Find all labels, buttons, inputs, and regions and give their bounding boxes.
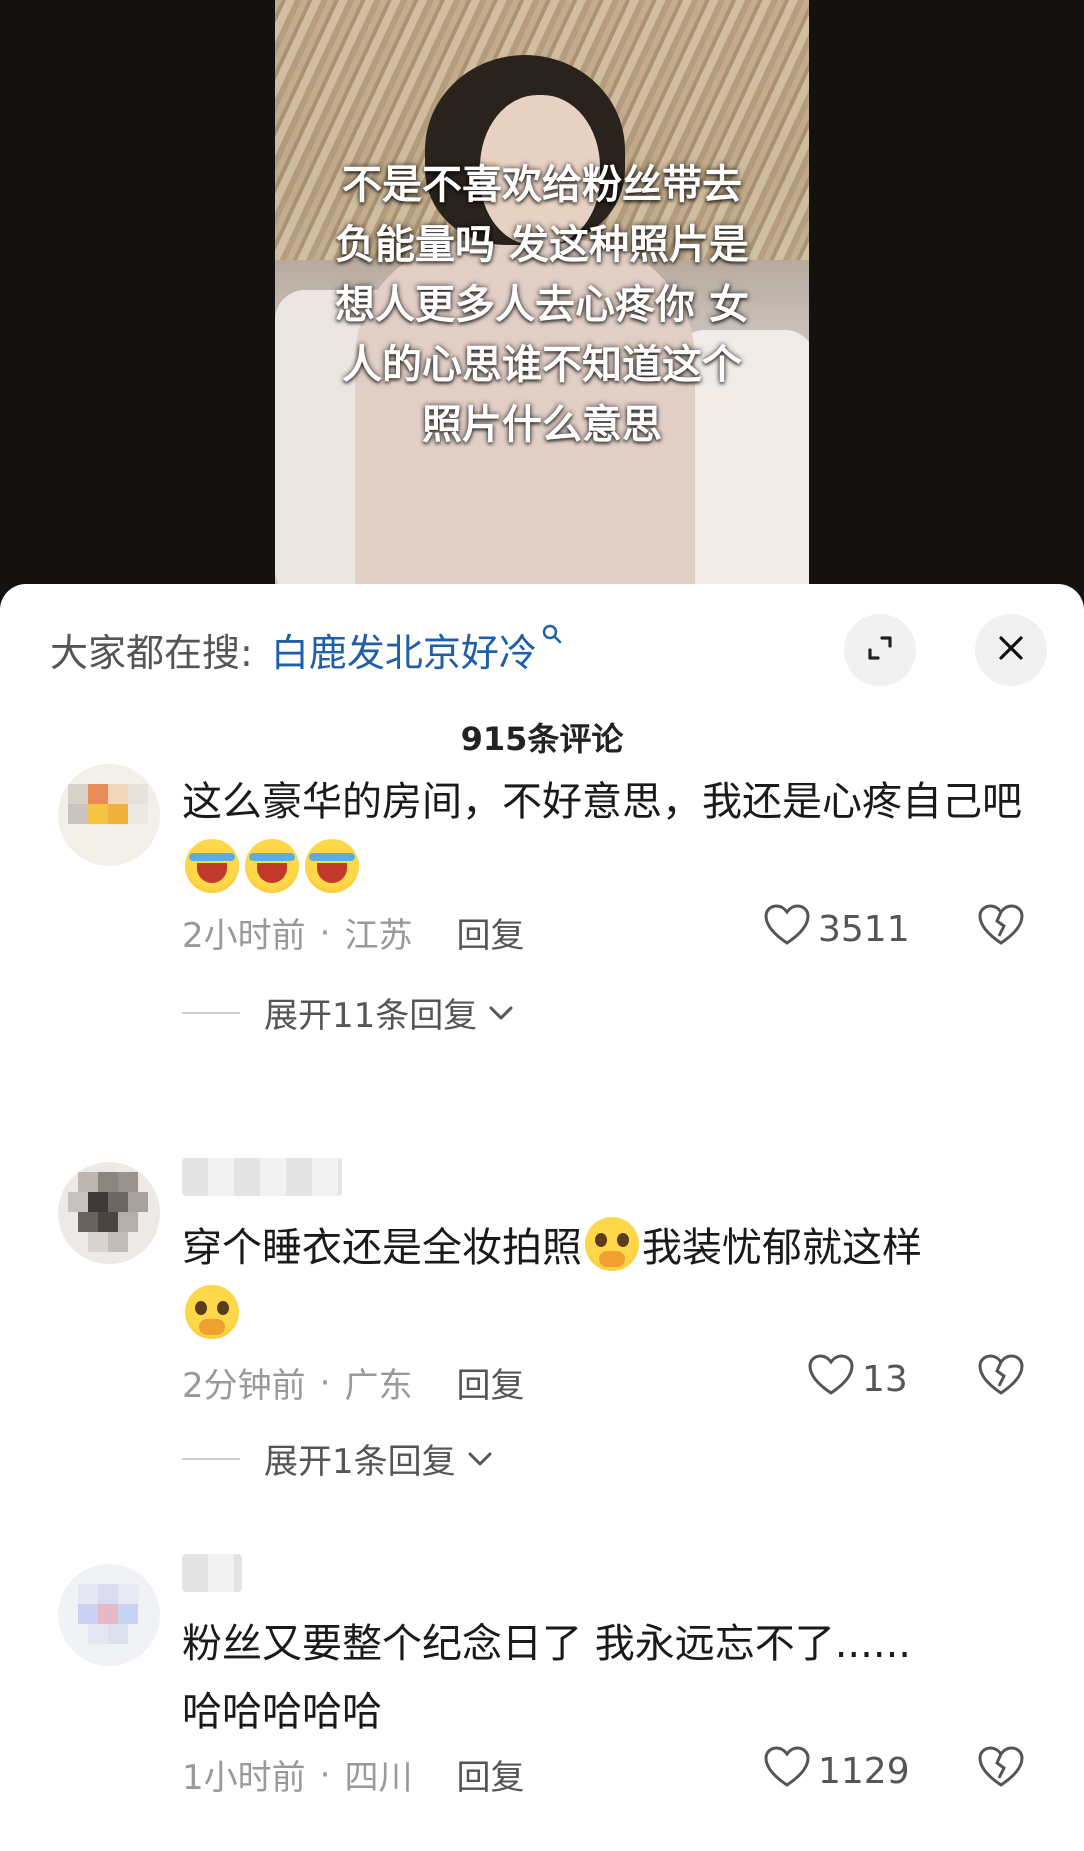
expand-replies-label: 展开1条回复 — [264, 1442, 456, 1482]
comment-time: 1小时前 — [182, 1758, 306, 1798]
avatar[interactable] — [58, 764, 160, 866]
heart-icon — [808, 1354, 862, 1405]
comment-location: 江苏 — [344, 916, 413, 956]
avatar[interactable] — [58, 1564, 160, 1666]
face-holding-back-tears-icon — [185, 1285, 239, 1339]
close-icon — [997, 630, 1025, 671]
video-area[interactable]: 不是不喜欢给粉丝带去 负能量吗 发这种照片是 想人更多人去心疼你 女 人的心思谁… — [0, 0, 1084, 600]
heart-icon — [764, 904, 818, 955]
chevron-down-icon — [487, 996, 515, 1029]
like-button[interactable]: 13 — [808, 1354, 908, 1405]
loudly-crying-face-icon — [305, 839, 359, 893]
dislike-button[interactable] — [978, 904, 1024, 950]
like-count: 13 — [862, 1359, 908, 1400]
broken-heart-icon — [978, 904, 1024, 950]
reply-button[interactable]: 回复 — [456, 1358, 524, 1407]
broken-heart-icon — [978, 1354, 1024, 1400]
username-blurred[interactable] — [182, 1158, 342, 1196]
reply-button[interactable]: 回复 — [456, 1750, 524, 1799]
dislike-button[interactable] — [978, 1354, 1024, 1400]
avatar[interactable] — [58, 1162, 160, 1264]
username-blurred[interactable] — [182, 1554, 242, 1592]
comment-body: 这么豪华的房间，不好意思，我还是心疼自己吧 — [182, 779, 1022, 825]
comment-body-continued: 我装忧郁就这样 — [642, 1225, 922, 1271]
comments-panel: 大家都在搜: 白鹿发北京好冷 915条评论 这么豪华的房间，不好意思，我还是心疼… — [0, 584, 1084, 1851]
comment-meta: 2小时前 · 江苏 回复 — [182, 908, 524, 957]
expand-panel-button[interactable] — [844, 614, 916, 686]
like-button[interactable]: 3511 — [764, 904, 910, 955]
close-panel-button[interactable] — [975, 614, 1047, 686]
face-holding-back-tears-icon — [585, 1217, 639, 1271]
broken-heart-icon — [978, 1746, 1024, 1792]
comment-text: 穿个睡衣还是全妆拍照 我装忧郁就这样 — [182, 1214, 1042, 1350]
comment-meta: 1小时前 · 四川 回复 — [182, 1750, 524, 1799]
comment-count: 915条评论 — [460, 720, 624, 758]
comment-time: 2小时前 — [182, 916, 306, 956]
loudly-crying-face-icon — [185, 839, 239, 893]
comment-meta: 2分钟前 · 广东 回复 — [182, 1358, 524, 1407]
dislike-button[interactable] — [978, 1746, 1024, 1792]
expand-replies-button[interactable]: 展开11条回复 — [182, 988, 515, 1037]
heart-icon — [764, 1746, 818, 1797]
comment-location: 广东 — [344, 1366, 413, 1406]
reply-button[interactable]: 回复 — [456, 908, 524, 957]
comment-time: 2分钟前 — [182, 1366, 306, 1406]
trending-search-label: 大家都在搜: — [50, 630, 253, 675]
comment-location: 四川 — [344, 1758, 413, 1798]
expand-replies-button[interactable]: 展开1条回复 — [182, 1434, 494, 1483]
expand-icon — [863, 631, 897, 669]
like-button[interactable]: 1129 — [764, 1746, 910, 1797]
comment-text: 粉丝又要整个纪念日了 我永远忘不了...... 哈哈哈哈哈 — [182, 1621, 912, 1735]
like-count: 3511 — [818, 909, 910, 950]
expand-replies-label: 展开11条回复 — [264, 996, 478, 1036]
trending-search-link[interactable]: 白鹿发北京好冷 — [271, 622, 537, 677]
comment-text: 这么豪华的房间，不好意思，我还是心疼自己吧 — [182, 768, 1042, 904]
video-caption-overlay: 不是不喜欢给粉丝带去 负能量吗 发这种照片是 想人更多人去心疼你 女 人的心思谁… — [335, 162, 749, 448]
loudly-crying-face-icon — [245, 839, 299, 893]
comment-body: 穿个睡衣还是全妆拍照 — [182, 1225, 582, 1271]
chevron-down-icon — [466, 1442, 494, 1475]
like-count: 1129 — [818, 1751, 910, 1792]
trending-search-row: 大家都在搜: 白鹿发北京好冷 — [50, 622, 563, 677]
search-icon — [541, 623, 563, 651]
